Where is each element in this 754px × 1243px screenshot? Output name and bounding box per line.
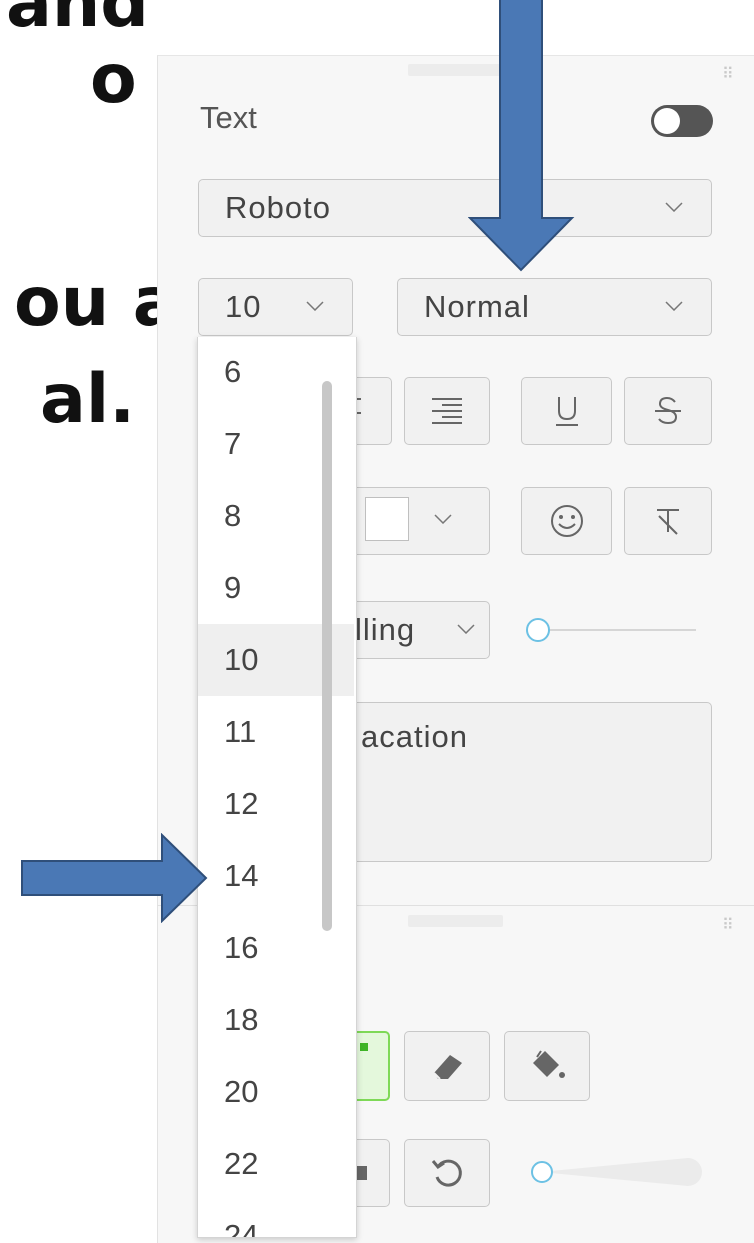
dropdown-scrollbar[interactable] bbox=[322, 381, 332, 931]
font-weight-select[interactable]: Normal bbox=[397, 278, 712, 336]
font-size-option-label: 16 bbox=[224, 930, 259, 965]
font-size-option-label: 9 bbox=[224, 570, 242, 605]
square-icon bbox=[357, 1166, 367, 1180]
font-size-option-20[interactable]: 20 bbox=[198, 1056, 354, 1128]
text-color-select[interactable] bbox=[340, 487, 490, 555]
font-size-option-label: 6 bbox=[224, 354, 242, 389]
effect-slider-knob[interactable] bbox=[526, 618, 550, 642]
arrow-right-annotation bbox=[21, 833, 208, 923]
text-section-label: Text bbox=[200, 100, 257, 135]
align-right-button[interactable] bbox=[404, 377, 490, 445]
font-family-value: Roboto bbox=[225, 190, 331, 225]
font-size-value: 10 bbox=[225, 289, 262, 324]
brush-icon bbox=[360, 1043, 368, 1051]
arrow-down-annotation bbox=[468, 0, 575, 272]
font-size-option-label: 20 bbox=[224, 1074, 259, 1109]
font-size-option-label: 12 bbox=[224, 786, 259, 821]
font-size-option-label: 22 bbox=[224, 1146, 259, 1181]
grip-icon[interactable]: ⠿ bbox=[722, 915, 734, 935]
slide-text-line-3: ou a bbox=[14, 263, 179, 342]
font-size-option-label: 24 bbox=[224, 1218, 259, 1238]
font-size-option-22[interactable]: 22 bbox=[198, 1128, 354, 1200]
underline-button[interactable] bbox=[521, 377, 612, 445]
brush-size-slider[interactable] bbox=[528, 1152, 708, 1192]
text-effect-value: lling bbox=[355, 612, 416, 647]
effect-slider-track[interactable] bbox=[540, 629, 696, 631]
clear-format-button[interactable] bbox=[624, 487, 712, 555]
grip-icon[interactable]: ⠿ bbox=[722, 64, 734, 84]
font-size-option-label: 14 bbox=[224, 858, 259, 893]
underline-icon bbox=[555, 397, 578, 426]
toggle-knob bbox=[654, 108, 680, 134]
smiley-icon bbox=[550, 505, 583, 537]
slide-text-line-4: al. bbox=[40, 360, 136, 439]
rotate-icon bbox=[431, 1159, 462, 1187]
text-toggle[interactable] bbox=[651, 105, 713, 137]
text-content-value: acation bbox=[361, 719, 468, 754]
chevron-down-icon bbox=[665, 301, 683, 311]
font-size-option-label: 7 bbox=[224, 426, 242, 461]
font-size-option-label: 8 bbox=[224, 498, 242, 533]
font-size-option-label: 11 bbox=[224, 714, 257, 749]
rotate-button[interactable] bbox=[404, 1139, 490, 1207]
strikethrough-icon bbox=[655, 396, 681, 425]
chevron-down-icon bbox=[665, 202, 683, 212]
align-right-icon bbox=[432, 398, 462, 424]
font-size-option-label: 10 bbox=[224, 642, 259, 677]
font-family-select[interactable]: Roboto bbox=[198, 179, 712, 237]
font-weight-value: Normal bbox=[424, 289, 530, 324]
panel-drag-handle[interactable] bbox=[408, 915, 503, 927]
chevron-down-icon bbox=[434, 514, 452, 524]
chevron-down-icon bbox=[457, 624, 475, 634]
font-size-dropdown[interactable]: 6 7 8 9 10 11 12 14 16 18 20 22 24 bbox=[197, 337, 357, 1238]
font-size-option-18[interactable]: 18 bbox=[198, 984, 354, 1056]
font-size-option-24[interactable]: 24 bbox=[198, 1200, 354, 1238]
emoji-button[interactable] bbox=[521, 487, 612, 555]
slide-text-line-1: and bbox=[6, 0, 149, 43]
clear-format-icon bbox=[657, 509, 679, 535]
slide-text-line-2: o bbox=[90, 40, 137, 119]
paint-bucket-icon bbox=[533, 1050, 565, 1078]
paint-bucket-button[interactable] bbox=[504, 1031, 590, 1101]
font-size-option-label: 18 bbox=[224, 1002, 259, 1037]
chevron-down-icon bbox=[306, 301, 324, 311]
eraser-button[interactable] bbox=[404, 1031, 490, 1101]
text-color-swatch bbox=[365, 497, 409, 541]
strikethrough-button[interactable] bbox=[624, 377, 712, 445]
eraser-icon bbox=[433, 1055, 462, 1080]
font-size-select[interactable]: 10 bbox=[198, 278, 353, 336]
